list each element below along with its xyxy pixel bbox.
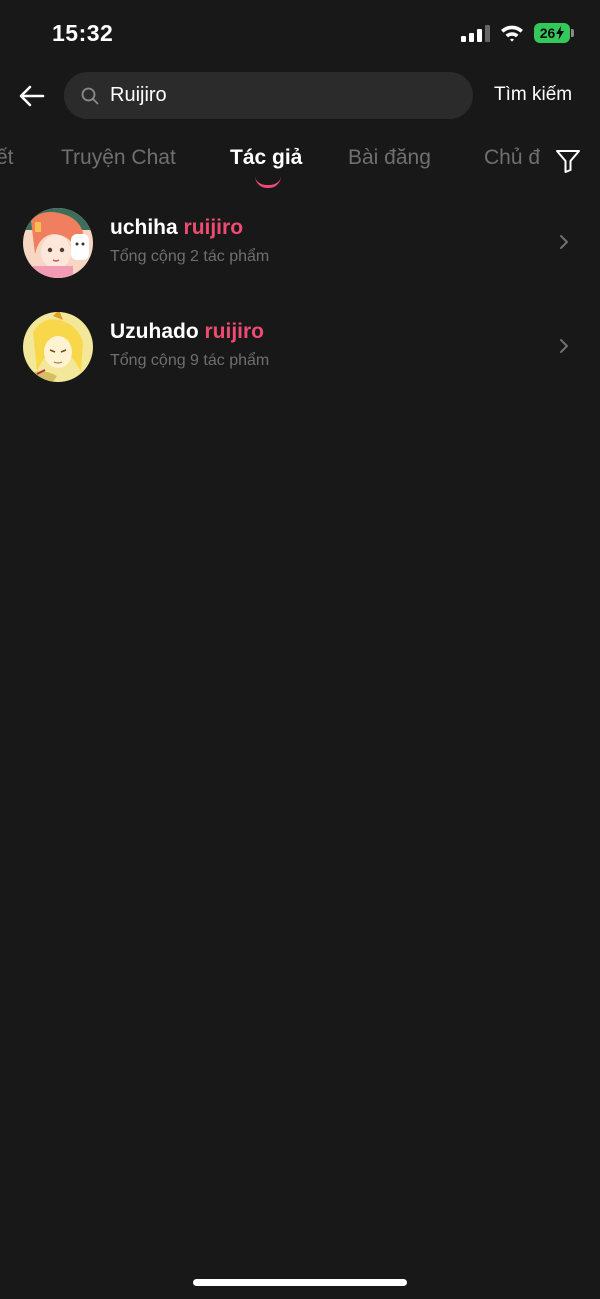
battery-level: 26 (539, 25, 556, 41)
signal-icon (461, 24, 490, 42)
category-tabs: ết Truyện Chat Tác giả Bài đăng Chủ đ (0, 140, 540, 190)
author-result-row[interactable]: uchiha ruijiro Tổng cộng 2 tác phẩm (0, 208, 600, 308)
search-box[interactable] (64, 72, 473, 119)
status-icons: 26 (461, 22, 574, 44)
search-icon (81, 87, 99, 105)
tab-posts[interactable]: Bài đăng (348, 146, 431, 170)
author-name-prefix: Uzuhado (110, 320, 205, 343)
search-header: Tìm kiếm (0, 72, 600, 120)
author-name-highlight: ruijiro (204, 320, 265, 343)
chevron-right-icon (560, 339, 568, 353)
author-avatar[interactable] (23, 208, 93, 278)
status-time: 15:32 (52, 20, 114, 46)
author-avatar[interactable] (23, 312, 93, 382)
tab-authors[interactable]: Tác giả (230, 146, 302, 170)
search-submit-button[interactable]: Tìm kiếm (494, 84, 572, 106)
author-name: Uzuhado ruijiro (110, 320, 264, 344)
status-bar: 15:32 26 (0, 0, 600, 66)
home-indicator[interactable] (193, 1279, 407, 1286)
author-name-highlight: ruijiro (183, 216, 244, 239)
active-tab-indicator (255, 176, 281, 188)
filter-icon[interactable] (554, 147, 582, 175)
back-arrow-icon[interactable] (16, 80, 48, 112)
search-input[interactable] (110, 72, 450, 119)
chevron-right-icon (560, 235, 568, 249)
tab-topics[interactable]: Chủ đ (484, 146, 540, 170)
charging-bolt-icon (556, 26, 565, 40)
wifi-icon (501, 25, 523, 42)
screen: 15:32 26 Ruijiro Tìm kiếm ết Truyện Chat… (0, 0, 600, 1299)
author-name: uchiha ruijiro (110, 216, 243, 240)
author-result-row[interactable]: Uzuhado ruijiro Tổng cộng 9 tác phẩm (0, 312, 600, 412)
author-name-prefix: uchiha (110, 216, 184, 239)
author-works-count: Tổng cộng 9 tác phẩm (110, 352, 270, 369)
tab-chat-stories[interactable]: Truyện Chat (61, 146, 176, 170)
author-works-count: Tổng cộng 2 tác phẩm (110, 248, 270, 265)
battery-charging-icon: 26 (534, 23, 574, 43)
tab-partial-left[interactable]: ết (0, 146, 14, 170)
